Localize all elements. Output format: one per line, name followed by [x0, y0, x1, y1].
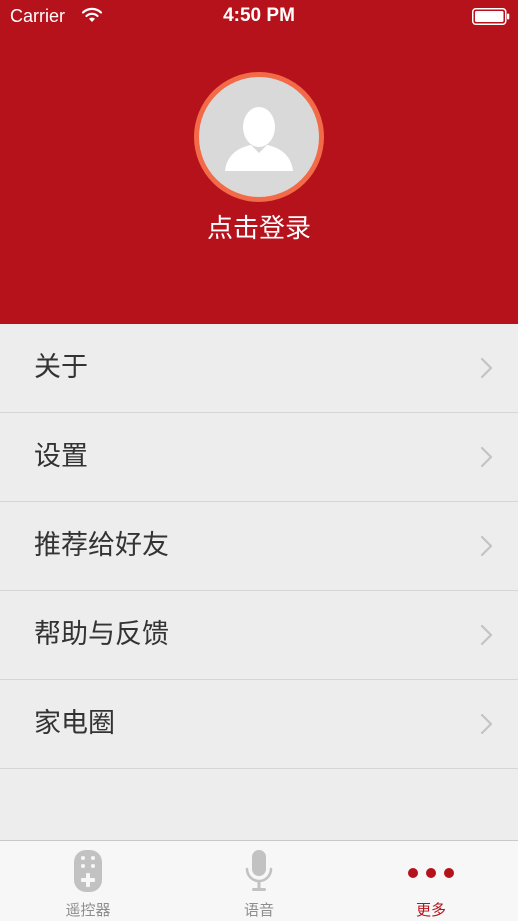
tab-label: 更多 — [415, 901, 446, 919]
tab-label: 遥控器 — [65, 901, 111, 919]
tab-remote[interactable]: 遥控器 — [2, 841, 174, 921]
tab-bar: 遥控器 语音 更多 — [0, 840, 518, 921]
menu-item-recommend[interactable]: 推荐给好友 — [0, 502, 518, 591]
menu-item-label: 家电圈 — [34, 708, 115, 739]
chevron-right-icon — [480, 535, 494, 561]
tab-more[interactable]: 更多 — [345, 841, 517, 921]
user-silhouette-icon — [225, 107, 293, 171]
avatar-button[interactable] — [194, 72, 324, 202]
menu-item-label: 帮助与反馈 — [34, 619, 169, 650]
menu-item-label: 关于 — [34, 352, 88, 383]
chevron-right-icon — [480, 624, 494, 650]
menu-item-settings[interactable]: 设置 — [0, 413, 518, 502]
remote-control-icon — [2, 849, 174, 895]
menu-item-label: 推荐给好友 — [34, 530, 169, 561]
chevron-right-icon — [480, 713, 494, 739]
status-bar: Carrier 4:50 PM — [0, 0, 518, 34]
chevron-right-icon — [480, 446, 494, 472]
settings-menu: 关于 设置 推荐给好友 帮助与反馈 家电圈 — [0, 324, 518, 769]
microphone-icon — [173, 849, 345, 895]
more-dots-icon — [345, 849, 517, 895]
menu-item-appliance-circle[interactable]: 家电圈 — [0, 680, 518, 769]
menu-item-help-feedback[interactable]: 帮助与反馈 — [0, 591, 518, 680]
tab-label: 语音 — [243, 901, 274, 919]
profile-header: Carrier 4:50 PM 点击登录 — [0, 0, 518, 324]
login-link[interactable]: 点击登录 — [0, 208, 518, 245]
avatar — [199, 77, 319, 197]
chevron-right-icon — [480, 357, 494, 383]
status-time: 4:50 PM — [223, 5, 295, 26]
menu-item-label: 设置 — [34, 441, 88, 472]
tab-voice[interactable]: 语音 — [173, 841, 345, 921]
menu-item-about[interactable]: 关于 — [0, 324, 518, 413]
battery-icon — [472, 8, 510, 25]
